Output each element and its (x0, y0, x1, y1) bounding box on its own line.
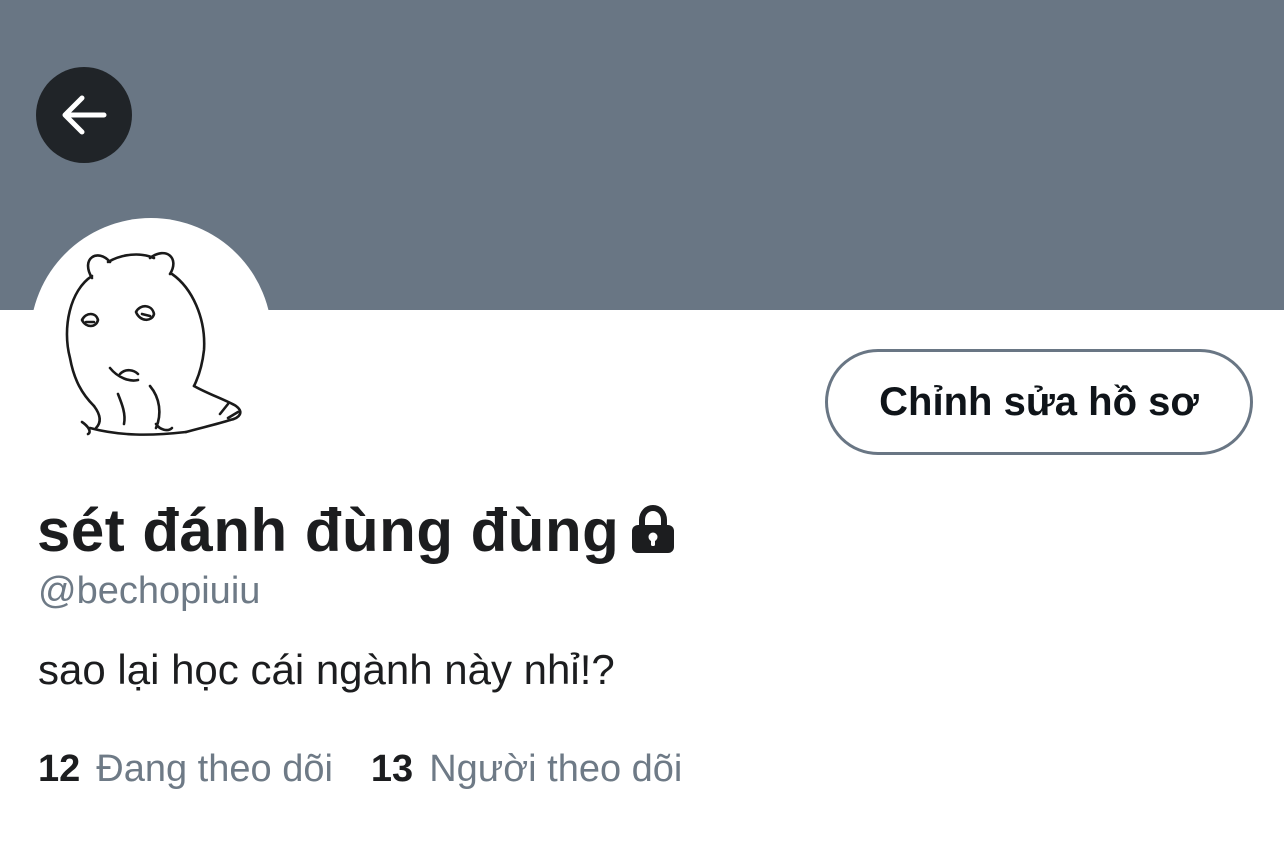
profile-page: Chỉnh sửa hồ sơ sét đánh đùng đùng @bech… (0, 0, 1284, 856)
profile-stats: 12 Đang theo dõi 13 Người theo dõi (38, 748, 682, 791)
profile-handle: @bechopiuiu (38, 570, 261, 612)
hamster-sketch-avatar (65, 251, 242, 436)
avatar[interactable] (30, 218, 272, 460)
lock-icon (629, 505, 677, 555)
following-stat[interactable]: 12 Đang theo dõi (38, 748, 333, 791)
arrow-left-icon (62, 95, 107, 135)
edit-profile-button[interactable]: Chỉnh sửa hồ sơ (825, 349, 1253, 455)
display-name-row: sét đánh đùng đùng (37, 494, 677, 566)
profile-bio: sao lại học cái ngành này nhỉ!? (38, 646, 615, 693)
following-label: Đang theo dõi (96, 748, 333, 790)
edit-profile-label: Chỉnh sửa hồ sơ (879, 379, 1199, 424)
display-name: sét đánh đùng đùng (37, 496, 620, 564)
back-button[interactable] (36, 67, 132, 163)
followers-stat[interactable]: 13 Người theo dõi (371, 748, 682, 791)
followers-label: Người theo dõi (429, 748, 683, 790)
followers-count: 13 (370, 748, 414, 790)
following-count: 12 (38, 748, 81, 790)
